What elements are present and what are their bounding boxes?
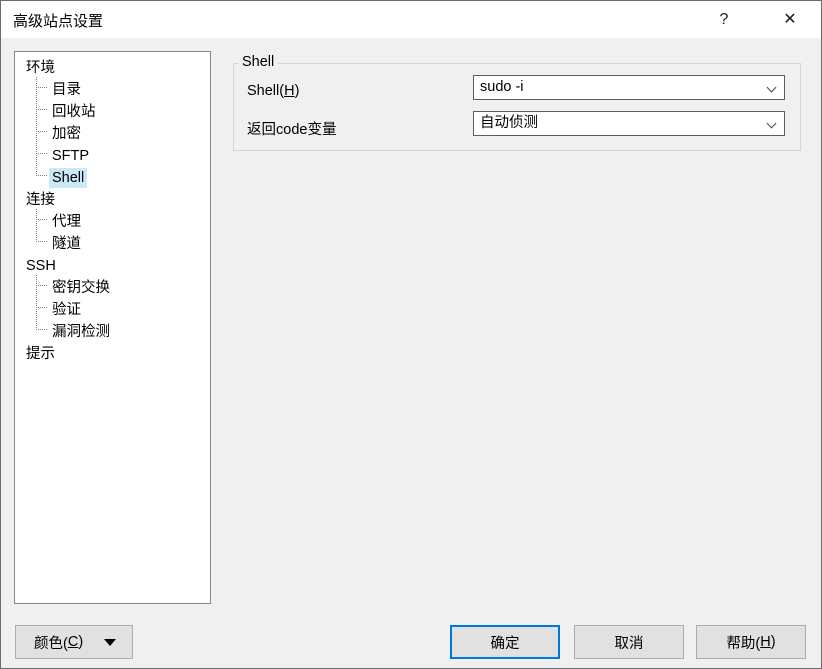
tree-item-目录[interactable]: 目录 xyxy=(15,77,210,99)
tree-connector-horizontal xyxy=(36,175,47,176)
tree-connector-horizontal xyxy=(36,285,47,286)
question-mark-icon: ? xyxy=(719,10,729,28)
shell-combobox[interactable]: sudo -i xyxy=(473,75,785,100)
tree-item-label: 验证 xyxy=(52,302,81,318)
help-button[interactable]: 帮助(H) xyxy=(696,625,806,659)
tree-connector-horizontal xyxy=(36,109,47,110)
close-icon: ✕ xyxy=(783,10,797,28)
tree-item-加密[interactable]: 加密 xyxy=(15,121,210,143)
chevron-down-icon[interactable] xyxy=(759,76,784,99)
tree-connector-vertical xyxy=(36,121,37,143)
tree-item-连接[interactable]: 连接 xyxy=(15,187,210,209)
tree-item-label: 加密 xyxy=(52,126,81,142)
tree-item-label: 环境 xyxy=(26,60,55,76)
tree-item-代理[interactable]: 代理 xyxy=(15,209,210,231)
tree-connector-horizontal xyxy=(36,329,47,330)
tree-item-label: 代理 xyxy=(52,214,81,230)
tree-item-密钥交换[interactable]: 密钥交换 xyxy=(15,275,210,297)
window-title: 高级站点设置 xyxy=(13,13,104,30)
color-label-accelerator: C xyxy=(67,634,79,650)
tree-connector-vertical xyxy=(36,77,37,99)
tree-item-label: Shell xyxy=(49,168,88,188)
tree-connector-horizontal xyxy=(36,307,47,308)
tree-list: 环境目录回收站加密 SFTP Shell 连接代理隧道 SSH 密钥交换验证漏洞检测提示 xyxy=(15,55,210,363)
close-button[interactable]: ✕ xyxy=(767,1,813,38)
triangle-down-icon xyxy=(104,639,116,646)
advanced-site-settings-dialog: 高级站点设置 ? ✕ 环境目录回收站加密 SFTP Shell 连接代理隧道 SSH 密钥… xyxy=(0,0,822,669)
tree-connector-vertical xyxy=(36,275,37,297)
cancel-button[interactable]: 取消 xyxy=(574,625,684,659)
shell-field-label: Shell(H) xyxy=(247,83,299,99)
tree-item-验证[interactable]: 验证 xyxy=(15,297,210,319)
color-button[interactable]: 颜色(C) xyxy=(15,625,133,659)
tree-connector-horizontal xyxy=(36,241,47,242)
tree-item-SSH[interactable]: SSH xyxy=(15,253,210,275)
help-label-suffix: ) xyxy=(770,634,776,650)
tree-connector-vertical xyxy=(36,209,37,231)
return-code-combobox[interactable]: 自动侦测 xyxy=(473,111,785,136)
shell-label-prefix: Shell( xyxy=(247,83,285,99)
tree-connector-horizontal xyxy=(36,87,47,88)
tree-item-label: 连接 xyxy=(26,192,55,208)
tree-item-提示[interactable]: 提示 xyxy=(15,341,210,363)
tree-item-label: SFTP xyxy=(52,148,90,164)
help-label-prefix: 帮助( xyxy=(726,635,761,652)
shell-label-accelerator: H xyxy=(284,83,295,99)
tree-item-label: 隧道 xyxy=(52,236,81,252)
shell-group-title: Shell xyxy=(238,54,279,70)
tree-item-漏洞检测[interactable]: 漏洞检测 xyxy=(15,319,210,341)
color-label-suffix: ) xyxy=(78,634,84,650)
tree-item-label: 漏洞检测 xyxy=(52,324,110,340)
shell-label-suffix: ) xyxy=(294,83,300,99)
tree-item-隧道[interactable]: 隧道 xyxy=(15,231,210,253)
return-code-combobox-value: 自动侦测 xyxy=(480,115,538,131)
ok-button[interactable]: 确定 xyxy=(450,625,560,659)
tree-connector-horizontal xyxy=(36,153,47,154)
tree-connector-vertical xyxy=(36,297,37,319)
tree-item-回收站[interactable]: 回收站 xyxy=(15,99,210,121)
tree-item-label: SSH xyxy=(26,258,56,274)
help-label-accelerator: H xyxy=(760,634,771,650)
title-bar: 高级站点设置 ? ✕ xyxy=(1,1,821,38)
tree-item-label: 目录 xyxy=(52,82,81,98)
tree-connector-horizontal xyxy=(36,219,47,220)
tree-item-环境[interactable]: 环境 xyxy=(15,55,210,77)
return-code-field-label: 返回code变量 xyxy=(247,122,337,138)
tree-item-label: 密钥交换 xyxy=(52,280,110,296)
help-icon-button[interactable]: ? xyxy=(701,1,747,38)
tree-item-Shell[interactable]: Shell xyxy=(15,165,210,188)
tree-item-label: 提示 xyxy=(26,346,55,362)
shell-combobox-value: sudo -i xyxy=(480,79,524,95)
tree-connector-vertical xyxy=(36,143,37,165)
settings-category-tree[interactable]: 环境目录回收站加密 SFTP Shell 连接代理隧道 SSH 密钥交换验证漏洞检测提示 xyxy=(14,51,211,604)
tree-item-SFTP[interactable]: SFTP xyxy=(15,143,210,165)
tree-connector-horizontal xyxy=(36,131,47,132)
color-label-prefix: 颜色( xyxy=(34,635,68,652)
tree-item-label: 回收站 xyxy=(52,104,96,120)
chevron-down-icon[interactable] xyxy=(759,112,784,135)
tree-connector-vertical xyxy=(36,99,37,121)
